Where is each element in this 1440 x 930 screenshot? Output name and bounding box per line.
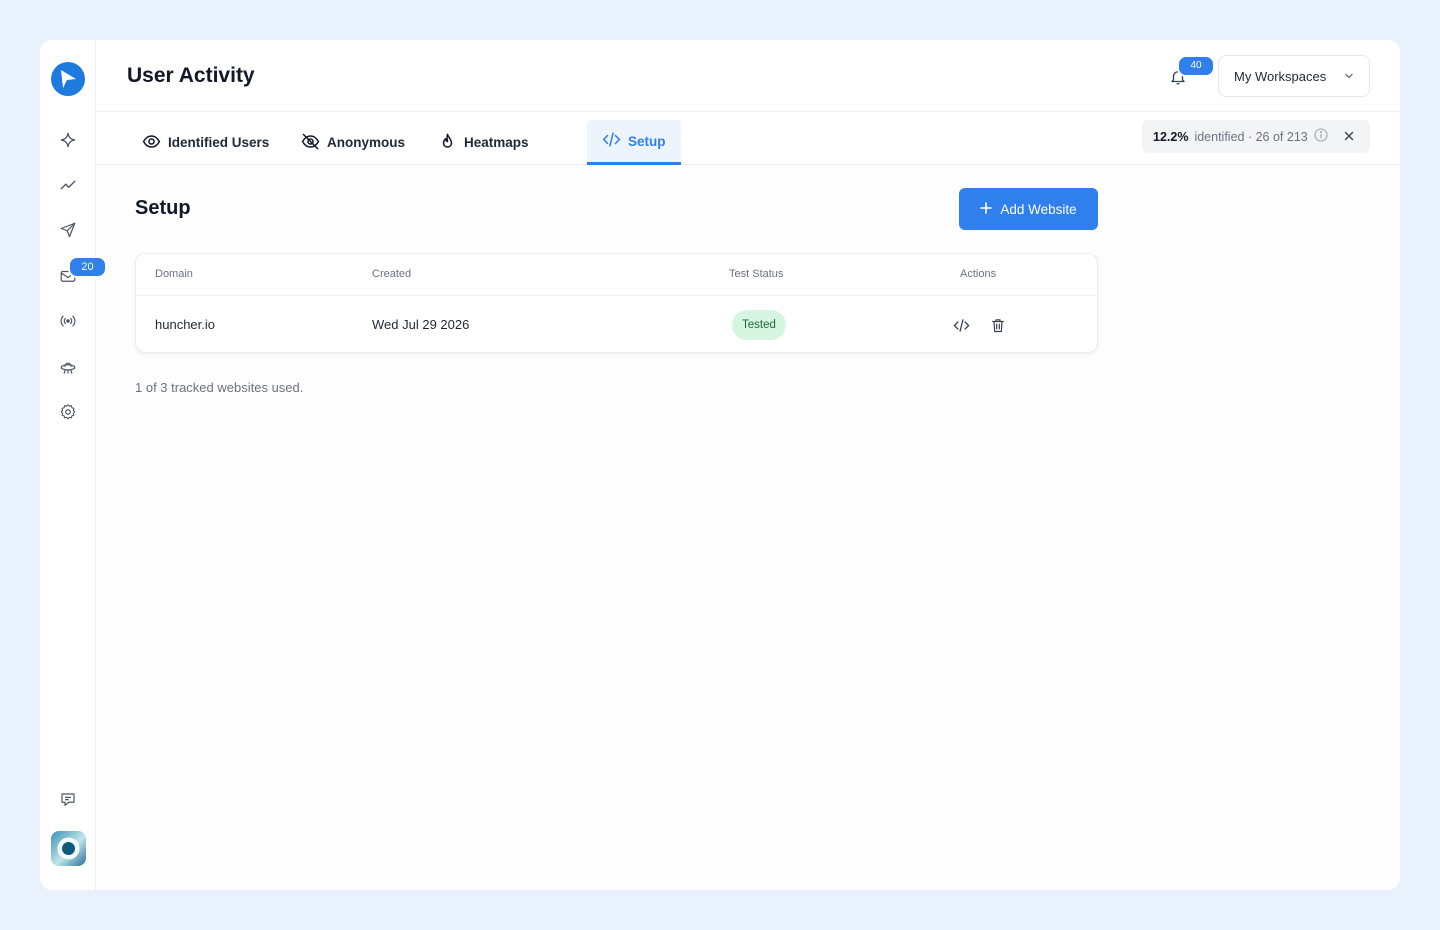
ufo-icon[interactable]: [56, 355, 80, 379]
status-badge: Tested: [732, 310, 786, 340]
tab-label: Anonymous: [327, 135, 406, 150]
logo-icon[interactable]: [51, 62, 85, 96]
created-cell: Wed Jul 29 2026: [372, 317, 470, 332]
add-website-button[interactable]: Add Website: [959, 188, 1098, 230]
avatar[interactable]: [51, 831, 86, 866]
app-window: 20 User Activity 40 My Workspaces Identi…: [40, 40, 1400, 890]
tab-identified-users[interactable]: Identified Users: [127, 120, 284, 165]
tab-setup[interactable]: Setup: [587, 120, 681, 165]
table-header: Domain Created Test Status Actions: [136, 254, 1097, 296]
table-row: huncher.io Wed Jul 29 2026 Tested: [136, 296, 1097, 353]
top-header: User Activity 40 My Workspaces: [96, 40, 1400, 112]
tab-label: Identified Users: [168, 135, 270, 150]
page-title: User Activity: [127, 64, 255, 87]
column-header-created: Created: [372, 268, 412, 280]
flame-icon: [438, 132, 457, 154]
trend-line-icon[interactable]: [56, 173, 80, 197]
usage-footnote: 1 of 3 tracked websites used.: [135, 380, 304, 395]
info-icon[interactable]: [1314, 128, 1328, 145]
section-title: Setup: [135, 197, 191, 219]
chevron-down-icon: [1344, 69, 1354, 84]
code-icon: [602, 130, 621, 152]
add-website-label: Add Website: [1000, 201, 1077, 217]
notification-badge: 40: [1177, 55, 1215, 77]
identified-stat-pill: 12.2% identified · 26 of 213: [1142, 120, 1370, 153]
main-content: Setup Add Website Domain Created Test St…: [96, 165, 1400, 890]
column-header-actions: Actions: [960, 268, 997, 280]
tab-anonymous[interactable]: Anonymous: [286, 120, 420, 165]
tab-label: Setup: [628, 133, 666, 149]
code-icon[interactable]: [951, 315, 971, 335]
identified-percent: 12.2%: [1153, 129, 1189, 144]
eye-icon: [142, 132, 161, 154]
chat-icon[interactable]: [56, 788, 80, 812]
tab-label: Heatmaps: [464, 135, 529, 150]
domain-cell: huncher.io: [155, 317, 215, 332]
gear-icon[interactable]: [56, 400, 80, 424]
trash-icon[interactable]: [988, 315, 1008, 335]
identified-text: identified · 26 of 213: [1194, 129, 1308, 144]
workspace-label: My Workspaces: [1234, 68, 1327, 84]
sparkle-icon[interactable]: [56, 128, 80, 152]
close-icon[interactable]: [1344, 130, 1354, 144]
websites-table: Domain Created Test Status Actions hunch…: [135, 253, 1098, 353]
sidebar: 20: [40, 40, 107, 890]
eye-off-icon: [301, 132, 320, 154]
plus-icon: [980, 201, 993, 217]
column-header-test-status: Test Status: [729, 268, 784, 280]
tab-heatmaps[interactable]: Heatmaps: [423, 120, 544, 165]
tab-bar: Identified Users Anonymous Heatmaps Setu…: [96, 112, 1400, 165]
send-icon[interactable]: [56, 218, 80, 242]
broadcast-icon[interactable]: [56, 309, 80, 333]
workspace-dropdown[interactable]: My Workspaces: [1218, 55, 1370, 97]
column-header-domain: Domain: [155, 268, 193, 280]
